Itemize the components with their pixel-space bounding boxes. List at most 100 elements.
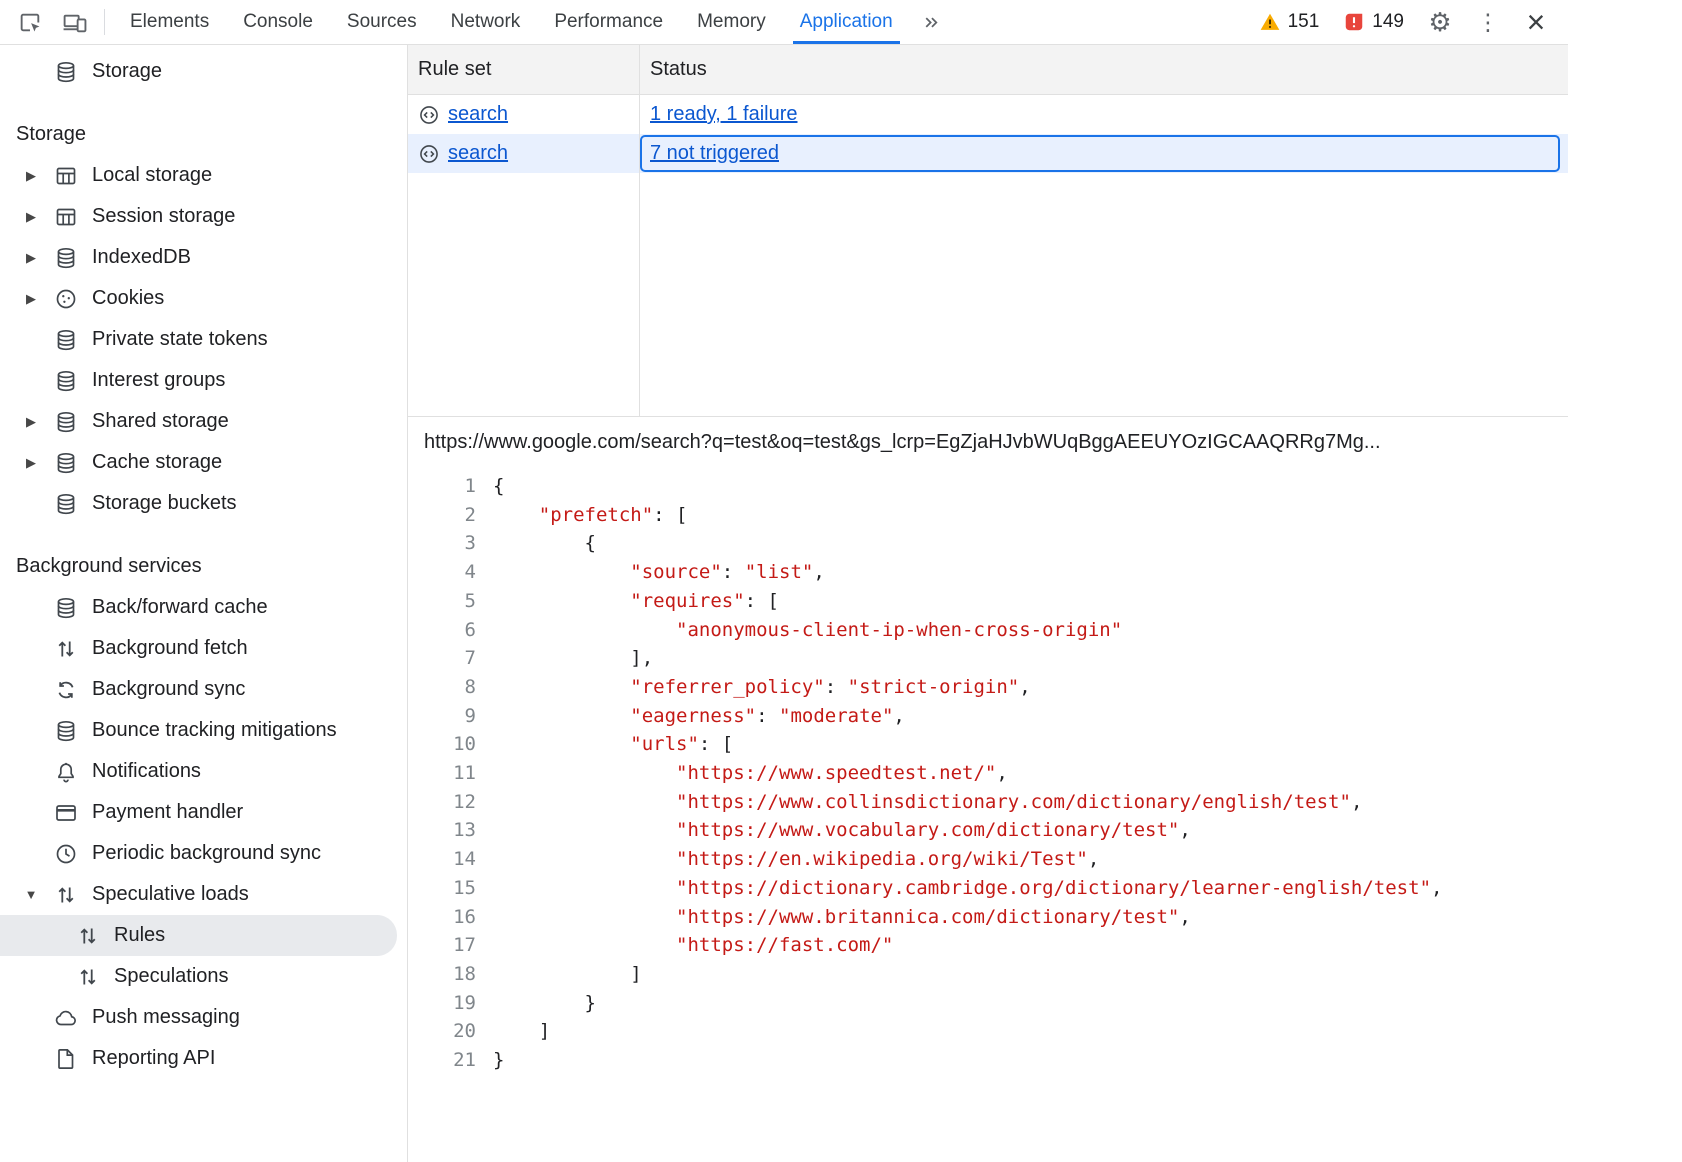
code-line: 1{ (408, 472, 1568, 501)
sidebar-item-notifications[interactable]: Notifications (0, 751, 407, 792)
sidebar-item-bounce-tracking-mitigations[interactable]: Bounce tracking mitigations (0, 710, 407, 751)
focused-status-cell[interactable]: 7 not triggered (640, 135, 1560, 172)
code-line: 9 "eagerness": "moderate", (408, 702, 1568, 731)
code-viewer[interactable]: 1{2 "prefetch": [3 {4 "source": "list",5… (408, 466, 1568, 1162)
code-lines: 1{2 "prefetch": [3 {4 "source": "list",5… (408, 472, 1568, 1075)
sidebar-item-periodic-background-sync[interactable]: Periodic background sync (0, 833, 407, 874)
sidebar-item-local-storage[interactable]: ▶ Local storage (0, 155, 407, 196)
double-chevron-right-icon (921, 12, 942, 33)
table-row[interactable]: search 1 ready, 1 failure (408, 95, 1568, 134)
column-header-rule-set: Rule set (408, 45, 640, 94)
code-text: { (476, 529, 596, 558)
sidebar-item-cache-storage[interactable]: ▶ Cache storage (0, 442, 407, 483)
settings-button[interactable]: ⚙ (1418, 0, 1462, 44)
toggle-device-toolbar-button[interactable] (52, 0, 96, 44)
tab-elements[interactable]: Elements (113, 0, 226, 44)
sidebar-item-reporting-api[interactable]: Reporting API (0, 1038, 407, 1079)
tab-console[interactable]: Console (226, 0, 330, 44)
tab-network[interactable]: Network (434, 0, 538, 44)
status-link[interactable]: 7 not triggered (650, 142, 779, 165)
line-number: 3 (408, 529, 476, 558)
sidebar-item-speculations[interactable]: Speculations (0, 956, 407, 997)
sidebar-item-interest-groups[interactable]: Interest groups (0, 360, 407, 401)
devtools-toolbar: Elements Console Sources Network Perform… (0, 0, 1568, 45)
code-line: 2 "prefetch": [ (408, 501, 1568, 530)
more-tabs-button[interactable] (910, 0, 954, 44)
sidebar-item-storage-buckets[interactable]: Storage buckets (0, 483, 407, 524)
sidebar-item-storage-top[interactable]: Storage (0, 51, 407, 92)
tab-memory[interactable]: Memory (680, 0, 783, 44)
sidebar-item-background-fetch[interactable]: Background fetch (0, 628, 407, 669)
expand-arrow-icon[interactable]: ▶ (16, 414, 46, 430)
expand-arrow-icon[interactable]: ▶ (16, 168, 46, 184)
errors-badge[interactable]: 149 (1333, 11, 1414, 33)
line-number: 9 (408, 702, 476, 731)
tab-sources[interactable]: Sources (330, 0, 434, 44)
rule-set-link[interactable]: search (448, 142, 508, 165)
expand-arrow-icon[interactable]: ▶ (16, 209, 46, 225)
code-text: "referrer_policy": "strict-origin", (476, 673, 1031, 702)
code-line: 18 ] (408, 960, 1568, 989)
code-line: 12 "https://www.collinsdictionary.com/di… (408, 788, 1568, 817)
expand-arrow-icon[interactable]: ▶ (16, 250, 46, 266)
code-line: 16 "https://www.britannica.com/dictionar… (408, 903, 1568, 932)
line-number: 19 (408, 989, 476, 1018)
code-text: "urls": [ (476, 730, 733, 759)
line-number: 18 (408, 960, 476, 989)
code-line: 6 "anonymous-client-ip-when-cross-origin… (408, 616, 1568, 645)
gear-icon: ⚙ (1428, 9, 1451, 35)
sidebar-item-background-sync[interactable]: Background sync (0, 669, 407, 710)
inspect-element-button[interactable] (8, 0, 52, 44)
code-text: "https://www.vocabulary.com/dictionary/t… (476, 816, 1191, 845)
rule-set-icon (418, 104, 440, 126)
collapse-arrow-icon[interactable]: ▼ (16, 887, 46, 902)
code-text: "https://en.wikipedia.org/wiki/Test", (476, 845, 1099, 874)
database-icon (54, 410, 78, 434)
application-sidebar: Storage Storage ▶ Local storage ▶ Sessio… (0, 45, 408, 1162)
line-number: 20 (408, 1017, 476, 1046)
cookie-icon (54, 287, 78, 311)
rule-set-icon (418, 143, 440, 165)
error-icon (1343, 11, 1365, 33)
warning-icon (1259, 11, 1281, 33)
tab-application[interactable]: Application (783, 0, 910, 44)
database-icon (54, 596, 78, 620)
code-line: 11 "https://www.speedtest.net/", (408, 759, 1568, 788)
column-header-status: Status (640, 45, 1568, 94)
code-text: "https://dictionary.cambridge.org/dictio… (476, 874, 1442, 903)
tab-performance[interactable]: Performance (537, 0, 680, 44)
expand-arrow-icon[interactable]: ▶ (16, 291, 46, 307)
code-line: 20 ] (408, 1017, 1568, 1046)
sidebar-item-shared-storage[interactable]: ▶ Shared storage (0, 401, 407, 442)
database-icon (54, 451, 78, 475)
status-link[interactable]: 1 ready, 1 failure (650, 103, 798, 126)
up-down-arrows-icon (76, 965, 100, 989)
sidebar-item-payment-handler[interactable]: Payment handler (0, 792, 407, 833)
expand-arrow-icon[interactable]: ▶ (16, 455, 46, 471)
sidebar-item-indexeddb[interactable]: ▶ IndexedDB (0, 237, 407, 278)
rule-set-link[interactable]: search (448, 103, 508, 126)
sidebar-item-private-state-tokens[interactable]: Private state tokens (0, 319, 407, 360)
sidebar-item-back-forward-cache[interactable]: Back/forward cache (0, 587, 407, 628)
kebab-menu-icon: ⋮ (1477, 11, 1500, 34)
error-count: 149 (1372, 11, 1404, 33)
sidebar-item-session-storage[interactable]: ▶ Session storage (0, 196, 407, 237)
code-line: 10 "urls": [ (408, 730, 1568, 759)
sidebar-item-push-messaging[interactable]: Push messaging (0, 997, 407, 1038)
code-text: "eagerness": "moderate", (476, 702, 905, 731)
table-row-selected[interactable]: search 7 not triggered (408, 134, 1568, 173)
code-text: ] (476, 960, 642, 989)
line-number: 8 (408, 673, 476, 702)
more-options-button[interactable]: ⋮ (1466, 0, 1510, 44)
up-down-arrows-icon (54, 883, 78, 907)
close-devtools-button[interactable]: × (1514, 0, 1558, 44)
line-number: 15 (408, 874, 476, 903)
sidebar-item-cookies[interactable]: ▶ Cookies (0, 278, 407, 319)
warnings-badge[interactable]: 151 (1249, 11, 1330, 33)
line-number: 10 (408, 730, 476, 759)
payment-card-icon (54, 801, 78, 825)
line-number: 13 (408, 816, 476, 845)
sidebar-item-speculative-loads[interactable]: ▼ Speculative loads (0, 874, 407, 915)
sidebar-item-rules[interactable]: Rules (0, 915, 397, 956)
code-text: "https://www.speedtest.net/", (476, 759, 1008, 788)
